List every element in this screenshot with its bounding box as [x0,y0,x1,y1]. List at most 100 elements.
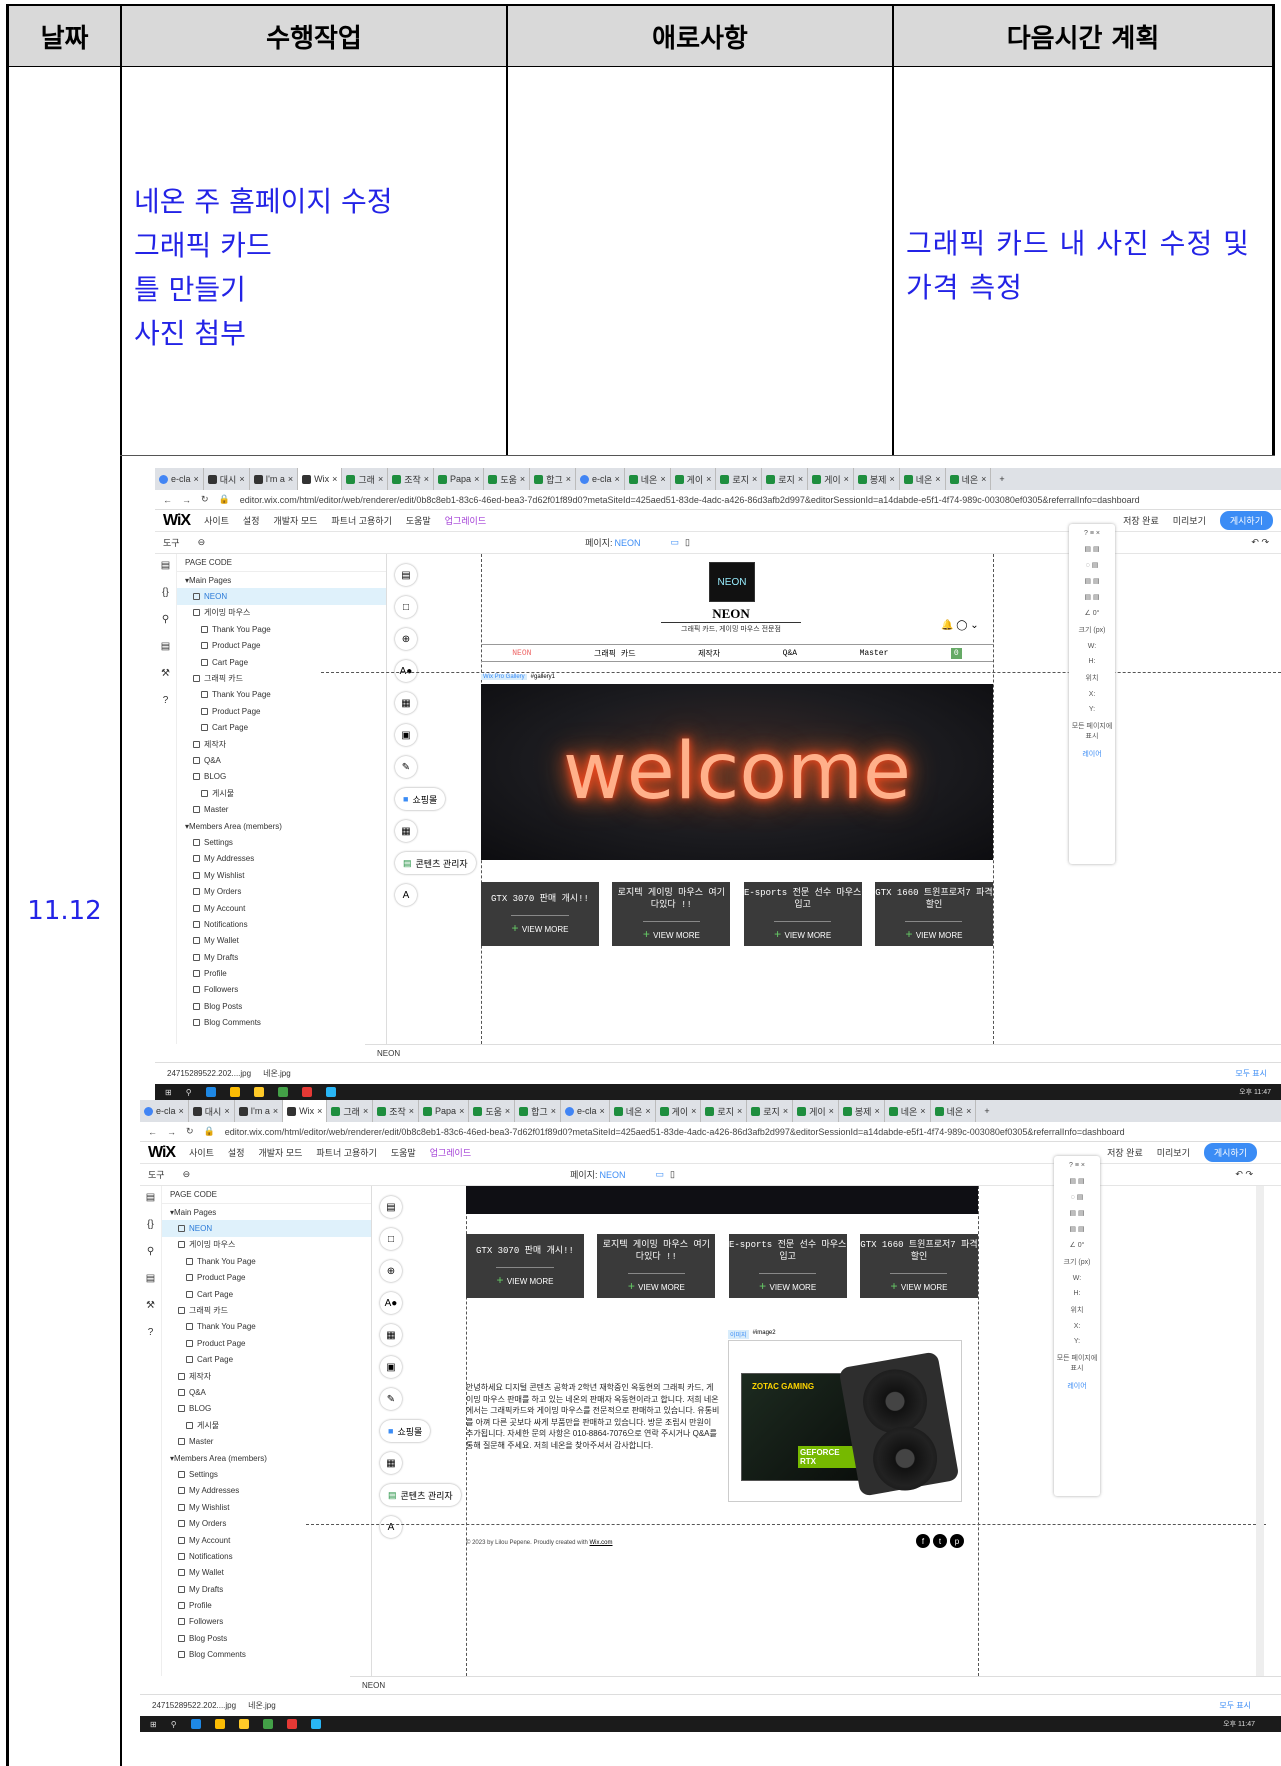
page-item[interactable]: NEON [177,588,386,605]
address-bar[interactable]: ← → ↻ 🔒 editor.wix.com/html/editor/web/r… [155,490,1281,510]
copy-icon[interactable]: ▤ ▤ [1069,1177,1084,1185]
tab-close-icon[interactable]: × [691,1106,696,1116]
pen-icon[interactable]: ✎ [395,756,417,778]
current-page[interactable]: NEON [362,1681,385,1690]
tab-close-icon[interactable]: × [889,474,894,484]
browser-tab[interactable]: 도움 × [469,1100,516,1122]
arrange-icon[interactable]: ▤ ▤ [1084,577,1099,585]
download-file[interactable]: 24715289522.202....jpg [152,1701,236,1710]
page-item[interactable]: Master [177,801,386,817]
tab-close-icon[interactable]: × [288,474,293,484]
page-item[interactable]: Cart Page [162,1286,371,1302]
tab-close-icon[interactable]: × [935,474,940,484]
tab-close-icon[interactable]: × [981,474,986,484]
page-item[interactable]: Thank You Page [162,1253,371,1269]
wix-logo[interactable]: WiX [163,512,191,530]
search-icon[interactable]: ⚲ [162,614,169,625]
pages-icon[interactable]: ▤ [161,560,170,571]
canvas-scrollbar[interactable] [1256,1186,1264,1676]
page-item[interactable]: Q&A [177,752,386,768]
reload-icon[interactable]: ↻ [201,494,209,505]
page-item[interactable]: Followers [177,982,386,998]
page-item[interactable]: Blog Comments [177,1015,386,1031]
tab-close-icon[interactable]: × [645,1106,650,1116]
feature-card[interactable]: E-sports 전문 선수 마우스 입고 + VIEW MORE [743,882,862,946]
nav-item[interactable]: NEON [512,649,531,658]
content-manager-button[interactable]: ▤ 콘텐츠 관리자 [380,1484,461,1506]
content-manager-button[interactable]: ▤ 콘텐츠 관리자 [395,852,476,874]
page-item[interactable]: My Account [162,1532,371,1548]
menu-upgrade[interactable]: 업그레이드 [430,1146,471,1159]
browser-tab[interactable]: 로지 × [747,1100,794,1122]
apps-icon[interactable]: ▦ [395,692,417,714]
tab-close-icon[interactable]: × [706,474,711,484]
page-item[interactable]: Blog Posts [162,1630,371,1646]
page-item[interactable]: BLOG [162,1401,371,1417]
browser-tab[interactable]: 게이 × [808,468,854,490]
media-icon[interactable]: ▣ [380,1356,402,1378]
code-icon[interactable]: {} [162,587,169,598]
tab-close-icon[interactable]: × [829,1106,834,1116]
width-label[interactable]: W: [1088,643,1096,650]
page-item[interactable]: Blog Comments [162,1647,371,1663]
back-icon[interactable]: ← [163,495,172,505]
tab-close-icon[interactable]: × [179,1106,184,1116]
view-more-button[interactable]: + VIEW MORE [511,914,569,936]
browser-tab[interactable]: 봉제 × [839,1100,885,1122]
browser-tab[interactable]: 로지 × [701,1100,748,1122]
view-more-button[interactable]: + VIEW MORE [774,920,832,942]
tab-close-icon[interactable]: × [600,1106,605,1116]
database-icon[interactable]: ▤ [161,641,170,652]
menu-settings[interactable]: 설정 [243,514,260,527]
page-item[interactable]: My Account [177,900,386,916]
tab-close-icon[interactable]: × [752,474,757,484]
powerpoint-icon[interactable] [286,1719,297,1729]
add-strip-icon[interactable]: ▤ [395,564,417,586]
view-more-button[interactable]: + VIEW MORE [627,1272,685,1294]
drive-icon[interactable] [277,1087,288,1097]
view-more-button[interactable]: + VIEW MORE [890,1272,948,1294]
twitter-icon[interactable]: t [933,1534,947,1548]
menu-hire[interactable]: 파트너 고용하기 [331,514,391,527]
desktop-icon[interactable]: ▭ [670,537,679,548]
page-item[interactable]: Blog Posts [177,998,386,1014]
tab-close-icon[interactable]: × [520,474,525,484]
pages-icon[interactable]: ▤ [146,1192,155,1203]
bell-icon[interactable]: 🔔 ◯ ⌄ [941,620,979,631]
feature-card[interactable]: GTX 1660 트윈프로저7 파격 할인 + VIEW MORE [874,882,993,946]
delete-icon[interactable]: ◌ ▤ [1086,561,1099,569]
menu-help[interactable]: 도움말 [391,1146,416,1159]
width-label[interactable]: W: [1073,1275,1081,1282]
browser-tab[interactable]: 로지 × [762,468,809,490]
add-box-icon[interactable]: □ [380,1228,402,1250]
browser-tab[interactable]: 네온 × [900,468,946,490]
page-item[interactable]: Cart Page [177,720,386,736]
page-item[interactable]: Q&A [162,1384,371,1400]
cart-icon[interactable]: 0 [950,647,962,659]
browser-tab[interactable]: 네온 × [946,468,992,490]
app-icon[interactable] [325,1087,336,1097]
browser-tab[interactable]: 게이 × [793,1100,839,1122]
browser-tab[interactable]: 합그 × [515,1100,561,1122]
page-item[interactable]: Product Page [162,1335,371,1351]
page-item[interactable]: My Drafts [162,1581,371,1597]
feature-card[interactable]: GTX 3070 판매 개시!! + VIEW MORE [466,1234,584,1298]
bookings-icon[interactable]: ▦ [395,820,417,842]
current-page[interactable]: NEON [377,1049,400,1058]
edge-icon[interactable] [190,1719,201,1729]
help-icon[interactable]: ? [163,695,169,706]
align-icon[interactable]: ▤ ▤ [1069,1225,1084,1233]
page-item[interactable]: 제작자 [162,1368,371,1384]
browser-tab[interactable]: 네온 × [885,1100,931,1122]
feature-card[interactable]: GTX 1660 트윈프로저7 파격 할인 + VIEW MORE [859,1234,978,1298]
browser-tab[interactable]: 도움 × [484,468,531,490]
product-image[interactable]: ZOTAC GAMING GEFORCE RTX [728,1340,962,1502]
menu-hire[interactable]: 파트너 고용하기 [316,1146,376,1159]
feature-card[interactable]: 로지텍 게이밍 마우스 여기 다있다 !! + VIEW MORE [597,1234,716,1298]
browser-tab[interactable]: 조작 × [388,468,435,490]
database-icon[interactable]: ▤ [146,1273,155,1284]
page-item[interactable]: My Wishlist [162,1499,371,1515]
page-item[interactable]: My Wishlist [177,867,386,883]
page-item[interactable]: Settings [177,834,386,850]
help-close-icon[interactable]: ? ≡ × [1069,1162,1085,1169]
